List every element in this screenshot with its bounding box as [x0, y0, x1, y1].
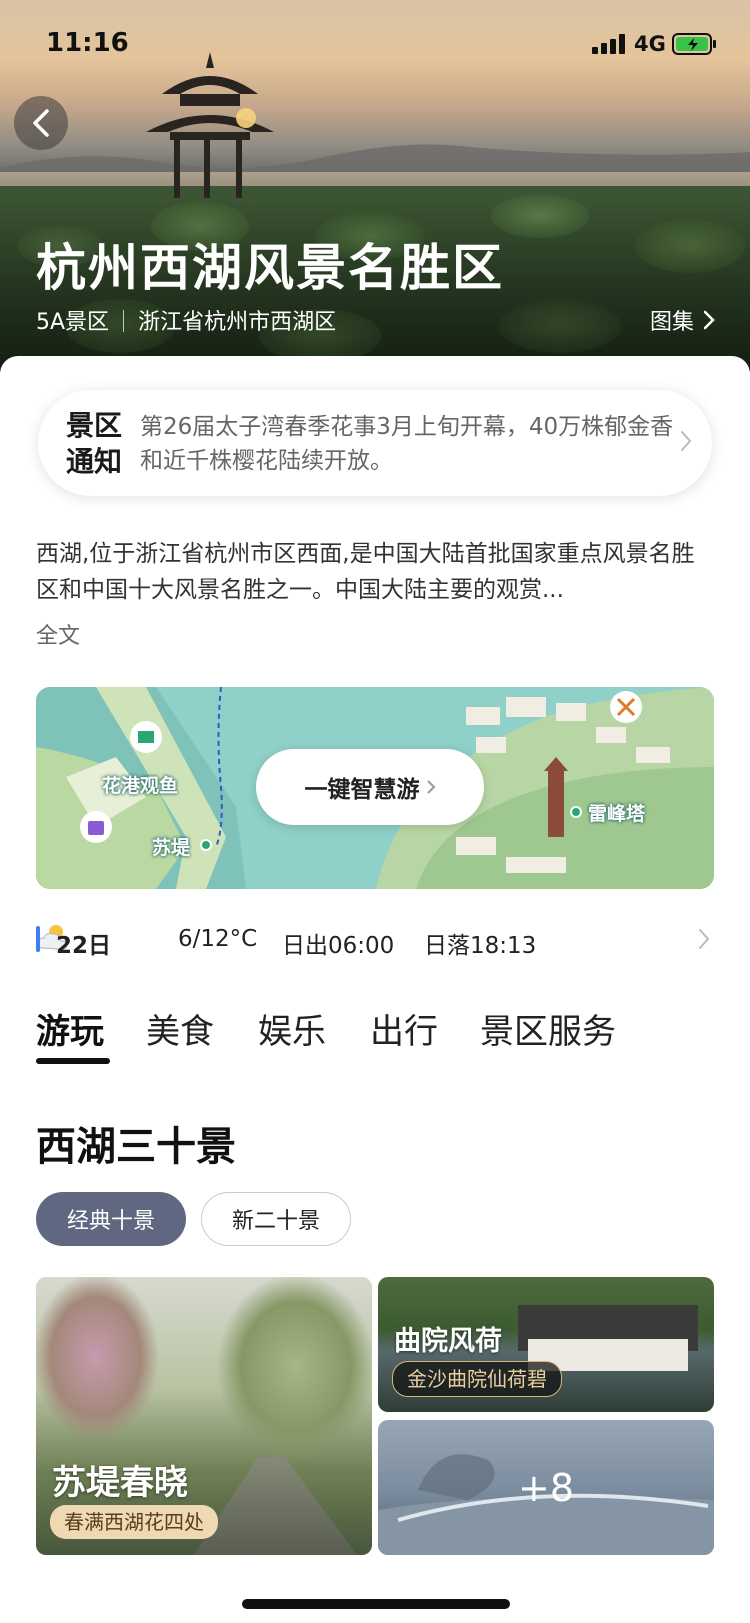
chevron-left-icon [33, 109, 49, 137]
notice-tag-line2: 通知 [66, 445, 123, 478]
active-tab-indicator [36, 1058, 110, 1064]
pavilion-illustration [146, 52, 274, 198]
map-label-sudi: 苏堤 [152, 837, 191, 859]
page-title: 杭州西湖风景名胜区 [36, 239, 504, 297]
card-title: 苏堤春晓 [52, 1463, 188, 1503]
weather-sunrise: 日出06:00 [282, 933, 395, 959]
tab-transport[interactable]: 出行 [370, 1004, 438, 1053]
chip-classic-ten[interactable]: 经典十景 [36, 1192, 186, 1246]
weather-date: 22日 [56, 933, 112, 959]
network-type: 4G [634, 32, 666, 56]
more-count: +8 [517, 1465, 575, 1510]
scenery-card-sudi[interactable]: 苏堤春晓 春满西湖花四处 [36, 1277, 372, 1555]
tab-food[interactable]: 美食 [146, 1004, 214, 1053]
gallery-link[interactable]: 图集 [650, 304, 716, 336]
scenic-meta: 5A景区 浙江省杭州市西湖区 [36, 304, 336, 336]
tab-play[interactable]: 游玩 [36, 1004, 104, 1053]
section-title: 西湖三十景 [36, 1124, 236, 1170]
tab-services[interactable]: 景区服务 [480, 1004, 616, 1053]
smart-tour-label: 一键智慧游 [304, 777, 420, 803]
weather-temperature: 6/12°C [178, 926, 258, 952]
chevron-right-icon [681, 431, 692, 451]
weather-accent-bar [36, 926, 40, 952]
smart-tour-button[interactable]: 一键智慧游 [256, 749, 484, 825]
notice-tag-line1: 景区 [66, 409, 123, 442]
scenic-notice[interactable]: 景区 通知 第26届太子湾春季花事3月上旬开幕，40万株郁金香和近千株樱花陆续开… [38, 390, 712, 496]
scenic-description: 西湖,位于浙江省杭州市区西面,是中国大陆首批国家重点风景名胜区和中国十大风景名胜… [36, 541, 695, 603]
signal-icon [592, 34, 625, 54]
card-tag: 春满西湖花四处 [50, 1505, 218, 1539]
chevron-right-icon [699, 929, 710, 949]
chevron-right-icon [426, 780, 435, 794]
gallery-label: 图集 [649, 310, 694, 335]
status-time: 11:16 [46, 28, 129, 58]
read-full-text-link[interactable]: 全文 [36, 618, 80, 650]
card-tag: 金沙曲院仙荷碧 [392, 1361, 562, 1397]
card-title: 曲院风荷 [394, 1326, 502, 1357]
scenic-map[interactable]: 花港观鱼 苏堤 雷峰塔 一键智慧游 [36, 687, 714, 889]
divider [123, 310, 125, 332]
battery-icon [672, 33, 716, 55]
notice-text: 第26届太子湾春季花事3月上旬开幕，40万株郁金香和近千株樱花陆续开放。 [140, 414, 674, 474]
scenic-level: 5A景区 [36, 310, 110, 335]
card-path-illustration [186, 1457, 366, 1555]
back-button[interactable] [14, 96, 68, 150]
weather-bar[interactable]: 22日 6/12°C 日出06:00 日落18:13 [36, 920, 714, 960]
home-indicator[interactable] [242, 1599, 510, 1609]
scenic-location: 浙江省杭州市西湖区 [138, 310, 337, 335]
map-label-leifeng: 雷峰塔 [588, 803, 646, 825]
chevron-right-icon [703, 310, 715, 330]
notice-tag: 景区 通知 [66, 408, 126, 480]
status-bar: 11:16 4G [0, 24, 750, 64]
tab-entertainment[interactable]: 娱乐 [258, 1004, 326, 1053]
map-label-huagang: 花港观鱼 [102, 775, 179, 797]
scenery-card-quyuan[interactable]: 曲院风荷 金沙曲院仙荷碧 [378, 1277, 714, 1412]
scenery-card-more[interactable]: +8 [378, 1420, 714, 1555]
weather-sunset: 日落18:13 [424, 933, 537, 959]
chip-new-twenty[interactable]: 新二十景 [201, 1192, 351, 1246]
